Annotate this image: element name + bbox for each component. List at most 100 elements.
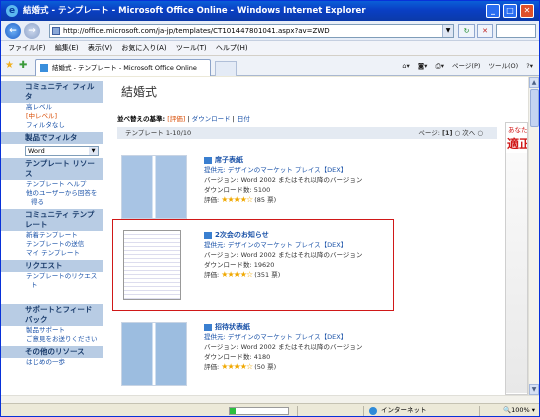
sidebar: コミュニティ フィルタ 高レベル [中レベル] フィルタなし 製品でフィルタ W… [1,77,103,395]
title-bar: e 結婚式 - テンプレート - Microsoft Office Online… [1,1,539,21]
template-version: バージョン: Word 2002 またはそれ以降のバージョン [204,176,363,184]
home-icon[interactable]: ⌂▾ [402,62,409,70]
favorites-star-icon[interactable]: ★ [5,60,14,72]
sort-date-link[interactable]: 日付 [237,115,250,123]
sidebar-head-community-filter: コミュニティ フィルタ [1,81,103,103]
page-menu[interactable]: ページ(P) [452,62,480,70]
template-downloads: ダウンロード数: 4180 [204,353,271,361]
sidebar-item-my-templates[interactable]: マイ テンプレート [1,249,103,258]
tab-label: 結婚式 - テンプレート - Microsoft Office Online [52,64,197,72]
print-icon[interactable]: ⎙▾ [436,62,444,70]
refresh-button[interactable]: ↻ [458,24,475,38]
scroll-thumb[interactable] [530,89,539,127]
maximize-button[interactable]: □ [503,4,517,18]
sidebar-head-support: サポートとフィードバック [1,304,103,326]
template-item: 招待状表紙 提供元: デザインのマーケット プレイス【DEX】 バージョン: W… [119,322,489,394]
sort-bar: 並べ替えの基準: [評価] | ダウンロード | 日付 [117,115,250,123]
next-link[interactable]: 次へ [462,129,475,137]
ie-logo-icon: e [6,5,18,17]
sidebar-item-high[interactable]: 高レベル [1,103,103,112]
sidebar-item-submit-template[interactable]: テンプレートの送信 [1,240,103,249]
template-rating: 評価: ★★★★☆ (85 票) [204,195,362,205]
address-input[interactable]: http://office.microsoft.com/ja-jp/templa… [49,24,454,38]
vertical-scrollbar[interactable]: ▲ ▼ [528,77,539,395]
template-name: 席子表紙 [215,156,243,164]
page-content: コミュニティ フィルタ 高レベル [中レベル] フィルタなし 製品でフィルタ W… [1,77,528,395]
tools-menu[interactable]: ツール(O) [489,62,519,70]
ad-text-1: あなた [508,126,528,134]
menu-bar: ファイル(F) 編集(E) 表示(V) お気に入り(A) ツール(T) ヘルプ(… [1,41,539,56]
address-bar-row: ← → http://office.microsoft.com/ja-jp/te… [1,21,539,41]
new-tab-button[interactable] [215,61,237,76]
rating-votes: (85 票) [254,196,277,204]
status-bar: インターネット 🔍100% ▾ [1,403,539,416]
sidebar-item-medium[interactable]: [中レベル] [1,112,103,121]
ad-banner[interactable]: あなた 適正 [505,122,528,395]
template-thumbnail[interactable] [121,155,187,219]
zone-label: インターネット [381,406,427,414]
tab-active[interactable]: 結婚式 - テンプレート - Microsoft Office Online [35,59,211,76]
sidebar-item-request-template[interactable]: テンプレートのリクエスト [1,272,103,290]
results-count: テンプレート 1-10/10 [125,129,192,137]
scroll-down-arrow-icon[interactable]: ▼ [529,384,539,395]
menu-tools[interactable]: ツール(T) [176,41,207,56]
sidebar-item-no-filter[interactable]: フィルタなし [1,121,103,130]
window-title: 結婚式 - テンプレート - Microsoft Office Online -… [23,6,366,16]
product-select-value: Word [28,147,45,155]
close-button[interactable]: ✕ [520,4,534,18]
sidebar-head-template-resources: テンプレート リソース [1,158,103,180]
template-name-link[interactable]: 席子表紙 [204,155,362,165]
template-name-link[interactable]: 招待状表紙 [204,322,362,332]
rating-label: 評価: [204,196,220,204]
search-input[interactable] [496,24,536,38]
product-select[interactable]: Word ▼ [25,146,99,156]
forward-button[interactable]: → [24,23,40,39]
template-provider[interactable]: 提供元: デザインのマーケット プレイス【DEX】 [204,165,362,175]
menu-help[interactable]: ヘルプ(H) [216,41,248,56]
command-bar: ⌂▾ ◙▾ ⎙▾ ページ(P) ツール(O) ?▾ [396,60,533,72]
menu-file[interactable]: ファイル(F) [8,41,46,56]
results-bar: テンプレート 1-10/10 ページ: [1] ○ 次へ ○ [117,127,497,139]
sidebar-head-request: リクエスト [1,260,103,272]
minimize-button[interactable]: _ [486,4,500,18]
menu-edit[interactable]: 編集(E) [55,41,79,56]
chevron-down-icon: ▼ [89,147,98,155]
sidebar-item-getting-started[interactable]: はじめの一歩 [1,358,103,367]
sidebar-item-new-templates[interactable]: 新着テンプレート [1,231,103,240]
word-doc-icon [204,157,212,164]
ad-text-2: 適正 [507,137,527,151]
help-icon[interactable]: ?▾ [526,62,533,70]
chevron-down-icon[interactable]: ▼ [442,25,453,37]
template-thumbnail[interactable] [121,322,187,386]
browser-window: e 結婚式 - テンプレート - Microsoft Office Online… [0,0,540,417]
menu-view[interactable]: 表示(V) [88,41,112,56]
sidebar-item-template-help[interactable]: テンプレート ヘルプ [1,180,103,189]
horizontal-scrollbar[interactable] [1,395,539,403]
sort-label: 並べ替えの基準: [117,115,166,123]
rating-votes: (50 票) [254,363,277,371]
back-button[interactable]: ← [5,23,21,39]
feeds-icon[interactable]: ◙▾ [418,62,428,70]
template-provider[interactable]: 提供元: デザインのマーケット プレイス【DEX】 [204,332,362,342]
menu-favorites[interactable]: お気に入り(A) [121,41,166,56]
template-name: 招待状表紙 [215,323,250,331]
progress-bar [229,407,289,415]
tab-bar: ★ ✚ 結婚式 - テンプレート - Microsoft Office Onli… [1,56,539,76]
ad-background [506,153,527,393]
security-zone: インターネット [369,404,427,416]
page-label: ページ: [418,129,440,137]
sidebar-head-other: その他のリソース [1,346,103,358]
page-title: 結婚式 [121,85,158,99]
zoom-control[interactable]: 🔍100% ▾ [503,404,535,416]
sidebar-item-ask-users[interactable]: 他のユーザーから回答を得る [1,189,103,207]
sort-downloads-link[interactable]: ダウンロード [192,115,231,123]
stop-button[interactable]: ✕ [477,24,493,38]
sidebar-item-product-support[interactable]: 製品サポート [1,326,103,335]
add-favorite-icon[interactable]: ✚ [19,60,27,72]
sidebar-item-feedback[interactable]: ご意見をお送りください [1,335,103,344]
page-icon [40,64,48,72]
template-downloads: ダウンロード数: 5100 [204,186,271,194]
sort-rating-link[interactable]: [評価] [167,115,185,123]
scroll-up-arrow-icon[interactable]: ▲ [529,77,539,88]
page-current: [1] [441,129,453,137]
